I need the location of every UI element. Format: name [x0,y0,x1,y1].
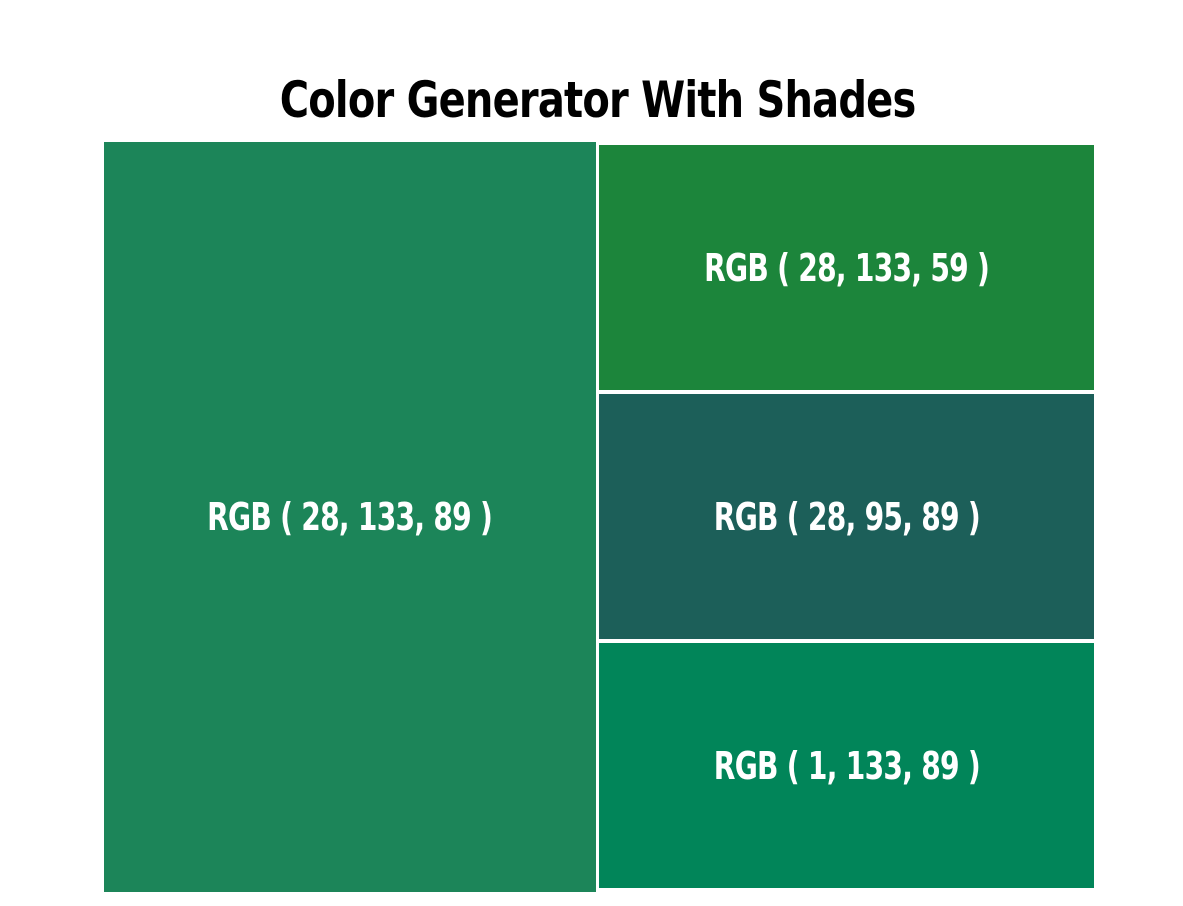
swatch-shade-1-label: RGB ( 28, 133, 59 ) [703,245,990,290]
swatch-shade-1[interactable]: RGB ( 28, 133, 59 ) [599,145,1094,390]
swatch-shade-2[interactable]: RGB ( 28, 95, 89 ) [599,394,1094,639]
swatch-shade-3[interactable]: RGB ( 1, 133, 89 ) [599,643,1094,888]
page-title: Color Generator With Shades [279,70,917,129]
swatch-shade-2-label: RGB ( 28, 95, 89 ) [713,494,980,539]
swatch-main-color[interactable]: RGB ( 28, 133, 89 ) [104,142,596,892]
swatch-shade-3-label: RGB ( 1, 133, 89 ) [713,743,980,788]
swatch-main-label: RGB ( 28, 133, 89 ) [207,495,493,539]
